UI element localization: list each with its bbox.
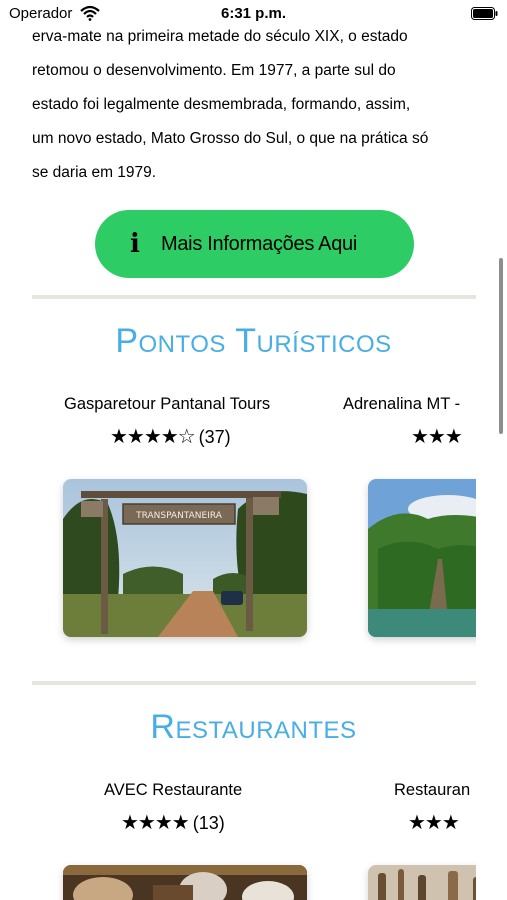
- star-rating-icon: ★★★★: [121, 812, 190, 834]
- restaurant-decor-photo: [368, 865, 476, 900]
- restaurant-card-rating: ★★★★ (13): [121, 810, 225, 835]
- scroll-indicator[interactable]: [499, 258, 503, 434]
- restaurant-card-rating: ★★★: [408, 810, 460, 835]
- restaurant-card-name[interactable]: AVEC Restaurante: [104, 781, 242, 800]
- restaurant-carousel[interactable]: AVEC Restaurante ★★★★ (13) Restauran ★★★: [0, 0, 476, 900]
- restaurant-interior-photo: [63, 865, 307, 900]
- restaurant-card-name[interactable]: Restauran: [394, 781, 470, 800]
- restaurant-card-image[interactable]: [368, 865, 476, 900]
- star-rating-icon: ★★★: [408, 812, 460, 834]
- review-count: (13): [192, 813, 225, 833]
- restaurant-card-image[interactable]: [63, 865, 307, 900]
